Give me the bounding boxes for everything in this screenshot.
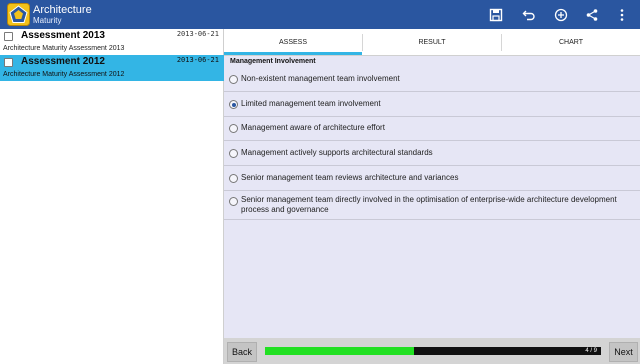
tab-chart[interactable]: CHART xyxy=(502,29,640,56)
back-button[interactable]: Back xyxy=(227,342,257,362)
radio-button-selected[interactable] xyxy=(229,100,238,109)
assessment-detail: ASSESS RESULT CHART Management Involveme… xyxy=(224,29,640,364)
undo-icon xyxy=(522,10,535,21)
active-tab-indicator xyxy=(224,52,362,55)
checkbox[interactable] xyxy=(4,58,13,67)
save-button[interactable] xyxy=(486,5,506,25)
option-label: Non-existent management team involvement xyxy=(241,74,400,83)
radio-button[interactable] xyxy=(229,149,238,158)
progress-bar: 4 / 9 xyxy=(265,347,601,355)
divider xyxy=(224,190,640,191)
list-item-date: 2013-06-21 xyxy=(176,30,219,38)
action-bar: Architecture Maturity xyxy=(0,0,640,29)
option-label: Senior management team directly involved… xyxy=(241,195,617,214)
add-button[interactable] xyxy=(551,5,571,25)
progress-text: 4 / 9 xyxy=(585,348,597,354)
tab-bar: ASSESS RESULT CHART xyxy=(224,29,640,56)
radio-button[interactable] xyxy=(229,75,238,84)
option-label: Senior management team reviews architect… xyxy=(241,173,459,182)
divider xyxy=(224,116,640,117)
option-label: Management actively supports architectur… xyxy=(241,148,433,157)
app-logo-icon[interactable] xyxy=(7,3,30,26)
tab-result[interactable]: RESULT xyxy=(363,29,501,56)
overflow-menu-icon xyxy=(620,9,624,21)
app-title: Architecture xyxy=(33,4,92,16)
next-button[interactable]: Next xyxy=(609,342,638,362)
save-icon xyxy=(489,8,503,22)
app-subtitle: Maturity xyxy=(33,16,62,25)
divider xyxy=(224,140,640,141)
share-icon xyxy=(586,9,598,21)
question-label: Management Involvement xyxy=(230,58,316,65)
list-item-subtitle: Architecture Maturity Assessment 2012 xyxy=(3,71,125,78)
list-item-assessment-2012[interactable]: Assessment 2012 2013-06-21 Architecture … xyxy=(0,55,224,81)
footer-bar: Back 4 / 9 Next xyxy=(224,338,640,364)
assessment-list: Assessment 2013 2013-06-21 Architecture … xyxy=(0,29,224,364)
radio-button[interactable] xyxy=(229,174,238,183)
divider xyxy=(224,219,640,220)
option-row[interactable]: Senior management team directly involved… xyxy=(224,193,640,219)
divider xyxy=(224,91,640,92)
checkbox[interactable] xyxy=(4,32,13,41)
undo-button[interactable] xyxy=(519,5,539,25)
progress-fill xyxy=(265,347,415,355)
list-item-title: Assessment 2012 xyxy=(21,56,105,67)
option-label: Limited management team involvement xyxy=(241,99,381,108)
option-label: Management aware of architecture effort xyxy=(241,123,385,132)
list-item-date: 2013-06-21 xyxy=(176,56,219,64)
list-item-assessment-2013[interactable]: Assessment 2013 2013-06-21 Architecture … xyxy=(0,29,224,55)
share-button[interactable] xyxy=(582,5,602,25)
list-item-title: Assessment 2013 xyxy=(21,30,105,41)
divider xyxy=(224,165,640,166)
add-icon xyxy=(554,8,568,22)
list-item-subtitle: Architecture Maturity Assessment 2013 xyxy=(3,45,125,52)
radio-button[interactable] xyxy=(229,197,238,206)
overflow-menu-button[interactable] xyxy=(612,5,632,25)
radio-button[interactable] xyxy=(229,124,238,133)
